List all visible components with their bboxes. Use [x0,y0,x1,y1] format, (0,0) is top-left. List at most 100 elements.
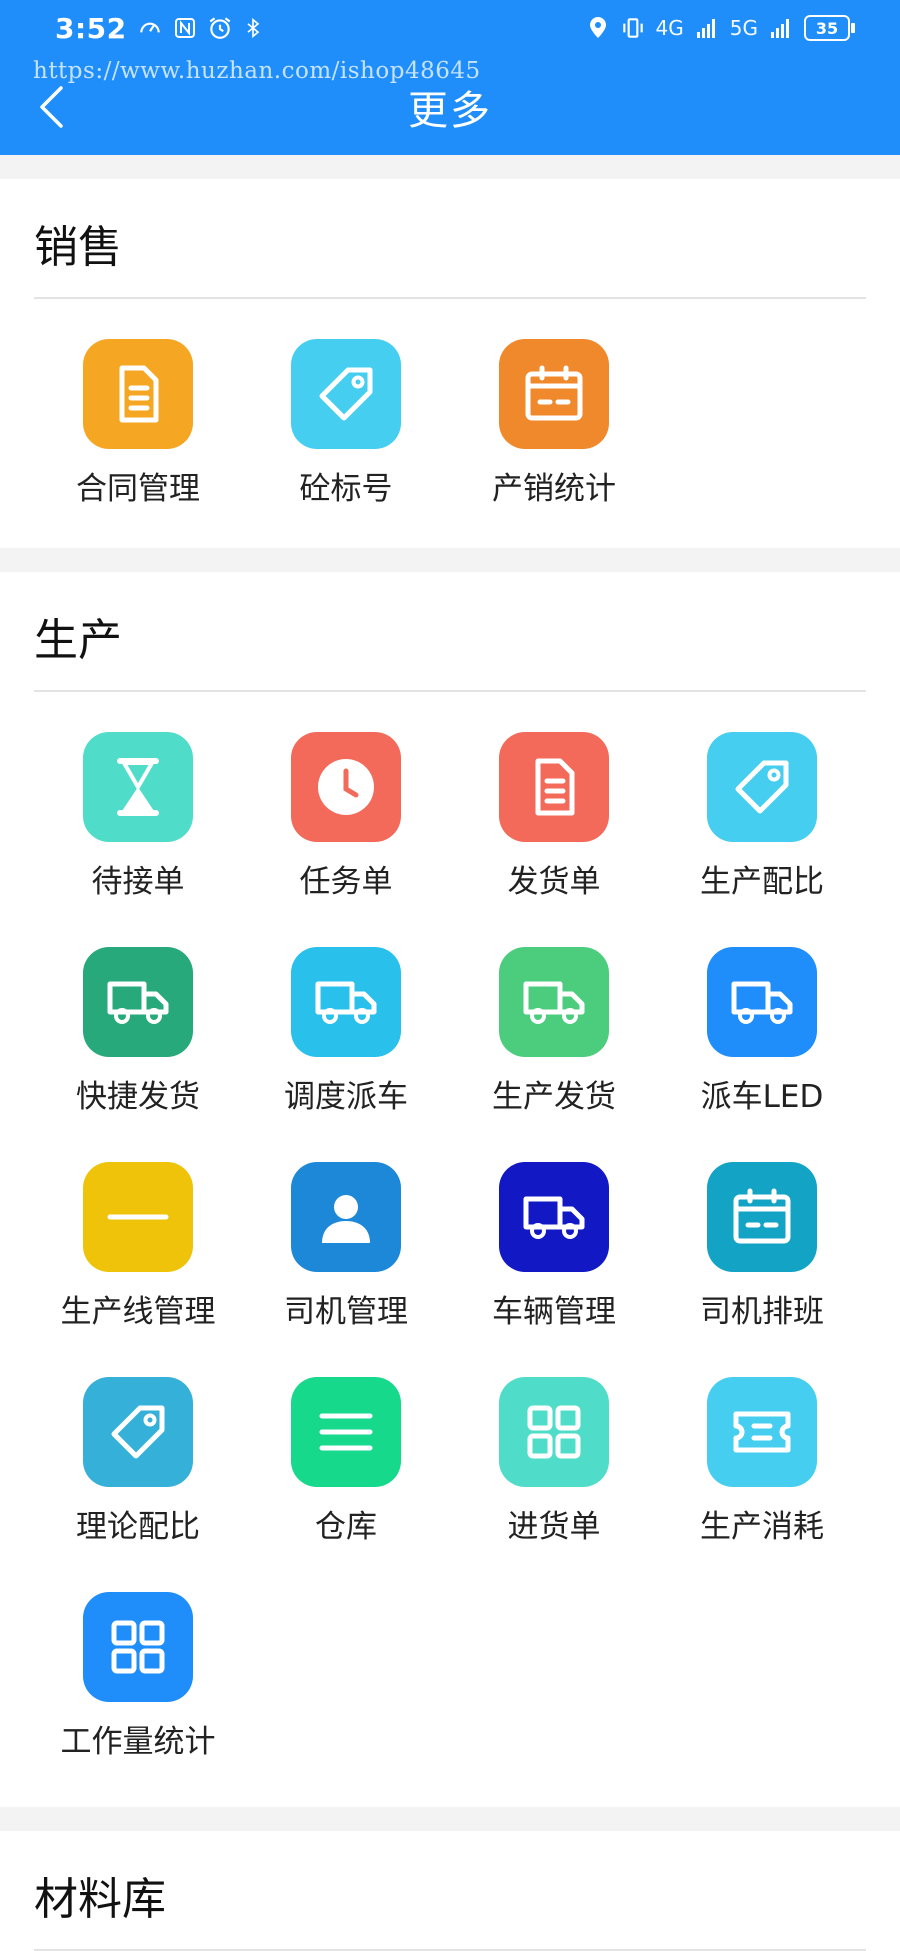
menu-item[interactable]: 快捷发货 [34,947,242,1116]
menu-item-label: 司机管理 [284,1294,408,1330]
calendar-icon [733,1188,791,1244]
network-type-1: 4G [655,16,684,40]
menu-item[interactable]: 司机管理 [242,1162,450,1331]
network-type-2: 5G [729,16,758,40]
menu-item-icon-box [707,732,817,842]
ticket-icon [733,1411,791,1453]
menu-item[interactable]: 工作量统计 [34,1592,242,1761]
menu-item-icon-box [499,1377,609,1487]
menu-item-label: 生产发货 [492,1079,616,1115]
location-icon [589,17,606,38]
section-production: 生产 待接单 任务单 发货单 生产配比快捷发货 调度派车 生产发货 派车LED 生产线管理 司机… [0,572,900,1807]
grid-icon [527,1405,581,1459]
calendar-icon [525,365,583,421]
menu-item[interactable]: 产销统计 [450,339,658,508]
section-title: 销售 [34,179,866,299]
menu-item-label: 发货单 [507,864,601,900]
hourglass-icon [117,758,159,816]
menu-item[interactable]: 调度派车 [242,947,450,1116]
menu-grid: 待接单 任务单 发货单 生产配比快捷发货 调度派车 生产发货 派车LED 生产线管理 司机管理 车… [34,692,866,1807]
menu-item-icon-box [499,732,609,842]
menu-item-label: 待接单 [91,864,185,900]
alarm-icon [209,17,231,39]
menu-item[interactable]: 派车LED [658,947,866,1116]
nfc-icon [174,18,195,38]
menu-item-label: 理论配比 [76,1509,200,1545]
menu-item-icon-box [83,339,193,449]
menu-item[interactable]: 仓库 [242,1377,450,1546]
menu-item-label: 生产线管理 [60,1294,216,1330]
signal-icon [771,19,789,38]
menu-item-label: 车辆管理 [492,1294,616,1330]
menu-item-icon-box [499,1162,609,1272]
menu-item[interactable]: 待接单 [34,732,242,901]
menu-item-icon-box [291,339,401,449]
menu-item[interactable]: 生产消耗 [658,1377,866,1546]
menu-item-icon-box [83,947,193,1057]
menu-item-label: 仓库 [315,1509,377,1545]
speed-icon [139,22,160,33]
vibrate-icon [622,18,643,38]
menu-item-icon-box [291,732,401,842]
grid-icon [111,1620,165,1674]
menu-item[interactable]: 任务单 [242,732,450,901]
section-title: 材料库 [34,1831,866,1951]
menu-item[interactable]: 砼标号 [242,339,450,508]
menu-item[interactable]: 司机排班 [658,1162,866,1331]
menu-item[interactable]: 理论配比 [34,1377,242,1546]
menu-item[interactable]: 发货单 [450,732,658,901]
truck-icon [315,981,377,1024]
menu-item-label: 产销统计 [492,471,616,507]
tag-icon [111,1405,165,1459]
menu-item-icon-box [707,1162,817,1272]
menu-item-icon-box [83,1592,193,1702]
menu-item-icon-box [83,1162,193,1272]
menu-item-label: 任务单 [299,864,393,900]
menu-item-icon-box [291,1162,401,1272]
menu-item-label: 快捷发货 [76,1079,200,1115]
document-icon [119,365,159,423]
menu-item-icon-box [707,1377,817,1487]
menu-icon [319,1413,373,1451]
truck-icon [523,981,585,1024]
status-bar: 3:52 4G 5G 35 [0,8,900,48]
menu-item-label: 工作量统计 [60,1724,216,1760]
menu-grid: 合同管理 砼标号 产销统计 [34,299,866,548]
app-header: 3:52 4G 5G 35 https://www.huzhan.com/ish… [0,0,900,155]
menu-item-label: 合同管理 [76,471,200,507]
menu-item-label: 进货单 [507,1509,601,1545]
menu-item-icon-box [499,947,609,1057]
menu-item-label: 派车LED [700,1079,824,1115]
person-icon [322,1195,370,1243]
menu-item-icon-box [291,1377,401,1487]
menu-item-icon-box [83,1377,193,1487]
menu-item-label: 调度派车 [284,1079,408,1115]
menu-item[interactable]: 生产发货 [450,947,658,1116]
menu-item-label: 司机排班 [700,1294,824,1330]
menu-item[interactable]: 进货单 [450,1377,658,1546]
menu-item-label: 生产消耗 [700,1509,824,1545]
section-title: 生产 [34,572,866,692]
menu-item-label: 生产配比 [700,864,824,900]
page-title: 更多 [408,88,492,134]
menu-item[interactable]: 合同管理 [34,339,242,508]
document-icon [535,758,575,816]
bluetooth-icon [247,17,259,39]
status-time: 3:52 [55,11,127,45]
menu-item[interactable]: 生产配比 [658,732,866,901]
signal-icon [696,19,715,38]
section-material-library: 材料库 [0,1831,900,1951]
truck-icon [523,1196,585,1239]
menu-item[interactable]: 车辆管理 [450,1162,658,1331]
menu-item[interactable]: 生产线管理 [34,1162,242,1331]
section-sales: 销售 合同管理 砼标号 产销统计 [0,179,900,548]
menu-item-label: 砼标号 [299,471,393,507]
tag-icon [735,760,789,814]
menu-item-icon-box [83,732,193,842]
menu-item-icon-box [291,947,401,1057]
truck-icon [731,981,793,1024]
truck-icon [107,981,169,1024]
battery-icon: 35 [804,15,855,41]
line-icon [107,1214,169,1220]
menu-item-icon-box [707,947,817,1057]
